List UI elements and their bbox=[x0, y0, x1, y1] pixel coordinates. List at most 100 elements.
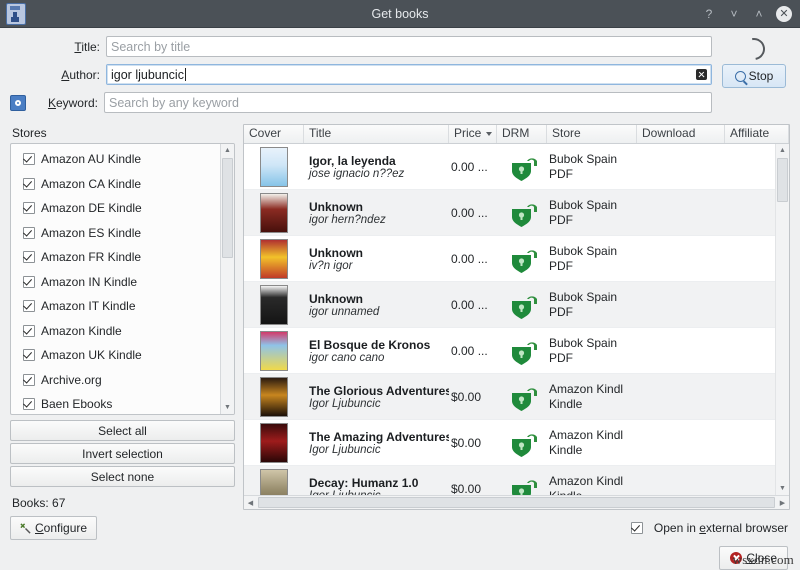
store-checkbox[interactable] bbox=[23, 153, 35, 166]
cell-title: Unknown igor unnamed bbox=[304, 292, 449, 318]
column-title[interactable]: Title bbox=[304, 125, 449, 143]
store-checkbox[interactable] bbox=[23, 373, 35, 386]
cell-cover bbox=[244, 376, 304, 417]
store-item[interactable]: Amazon UK Kindle bbox=[11, 343, 220, 368]
results-scroll-up-icon[interactable]: ▲ bbox=[776, 144, 789, 157]
store-item[interactable]: Amazon DE Kindle bbox=[11, 196, 220, 221]
store-item[interactable]: Amazon Kindle bbox=[11, 319, 220, 344]
cell-store: Bubok Spain PDF bbox=[549, 152, 639, 182]
store-item-label: Baen Ebooks bbox=[41, 397, 113, 412]
stores-listbox[interactable]: Amazon AU Kindle Amazon CA Kindle Amazon D… bbox=[10, 143, 235, 415]
column-affiliate-label: Affiliate bbox=[730, 126, 770, 140]
title-input[interactable]: Search by title bbox=[106, 36, 712, 57]
column-price[interactable]: Price bbox=[449, 125, 497, 143]
column-drm[interactable]: DRM bbox=[497, 125, 547, 143]
cell-store: Amazon KindlKindle bbox=[549, 474, 639, 496]
cell-price: 0.00 ... bbox=[451, 251, 488, 266]
store-checkbox[interactable] bbox=[23, 226, 35, 239]
table-row[interactable]: Igor, la leyenda jose ignacio n??ez 0.00 .… bbox=[244, 144, 775, 190]
help-button[interactable]: ? bbox=[701, 6, 717, 22]
invert-selection-button[interactable]: Invert selection bbox=[10, 443, 235, 464]
table-row[interactable]: The Glorious Adventures ofIgor Ljubuncic… bbox=[244, 374, 775, 420]
results-hscroll-thumb[interactable] bbox=[258, 497, 775, 508]
cell-price: 0.00 ... bbox=[451, 159, 488, 174]
store-item-label: Amazon DE Kindle bbox=[41, 201, 142, 216]
clear-author-button[interactable] bbox=[696, 69, 707, 80]
column-store[interactable]: Store bbox=[547, 125, 637, 143]
store-name: Bubok Spain bbox=[549, 243, 618, 258]
store-format: Kindle bbox=[549, 396, 583, 411]
table-row[interactable]: El Bosque de Kronos igor cano cano 0.00 ..… bbox=[244, 328, 775, 374]
store-checkbox[interactable] bbox=[23, 300, 35, 313]
results-scrollbar[interactable]: ▲ ▼ bbox=[775, 144, 789, 495]
cell-cover bbox=[244, 422, 304, 463]
cell-title: Unknown iv?n igor bbox=[304, 246, 449, 272]
store-item[interactable]: Baen Ebooks bbox=[11, 392, 220, 414]
author-input[interactable]: igor ljubuncic bbox=[106, 64, 712, 85]
hscroll-right-icon[interactable]: ▶ bbox=[776, 496, 789, 509]
store-checkbox[interactable] bbox=[23, 251, 35, 264]
store-item[interactable]: Amazon CA Kindle bbox=[11, 172, 220, 197]
store-checkbox[interactable] bbox=[23, 398, 35, 411]
store-item[interactable]: Amazon FR Kindle bbox=[11, 245, 220, 270]
window-controls: ? ˅ ˄ ✕ bbox=[701, 5, 800, 22]
column-download[interactable]: Download bbox=[637, 125, 725, 143]
column-affiliate[interactable]: Affiliate bbox=[725, 125, 789, 143]
shade-down-button[interactable]: ˅ bbox=[726, 6, 742, 22]
cell-title: The Glorious Adventures ofIgor Ljubuncic bbox=[304, 384, 449, 410]
sort-descending-icon bbox=[486, 131, 493, 136]
results-panel: Cover Title Price DRM Store Download Affiliate… bbox=[243, 124, 790, 510]
store-name: Amazon Kindl bbox=[549, 473, 624, 488]
store-checkbox[interactable] bbox=[23, 275, 35, 288]
cell-store: Bubok Spain PDF bbox=[549, 290, 639, 320]
store-format: PDF bbox=[549, 258, 573, 273]
store-item[interactable]: Amazon ES Kindle bbox=[11, 221, 220, 246]
table-row[interactable]: Unknown igor unnamed 0.00 ... Bubok Spain PD… bbox=[244, 282, 775, 328]
cell-cover bbox=[244, 284, 304, 325]
stores-scrollbar[interactable]: ▲ ▼ bbox=[220, 144, 234, 414]
cell-title: Igor, la leyenda jose ignacio n??ez bbox=[304, 154, 449, 180]
stores-scroll-thumb[interactable] bbox=[222, 158, 233, 258]
table-row[interactable]: The Amazing Adventures o Igor Ljubuncic $0… bbox=[244, 420, 775, 466]
scroll-down-icon[interactable]: ▼ bbox=[221, 401, 234, 414]
external-browser-option[interactable]: Open in external browser bbox=[630, 521, 788, 535]
cell-drm bbox=[499, 291, 549, 319]
column-cover[interactable]: Cover bbox=[244, 125, 304, 143]
select-all-button[interactable]: Select all bbox=[10, 420, 235, 441]
store-item[interactable]: Amazon IT Kindle bbox=[11, 294, 220, 319]
store-name: Amazon Kindl bbox=[549, 427, 624, 442]
cell-drm bbox=[499, 153, 549, 181]
keyword-input[interactable]: Search by any keyword bbox=[104, 92, 712, 113]
store-item[interactable]: Amazon IN Kindle bbox=[11, 270, 220, 295]
store-checkbox[interactable] bbox=[23, 324, 35, 337]
scroll-up-icon[interactable]: ▲ bbox=[221, 144, 234, 157]
table-row[interactable]: Unknown igor hern?ndez 0.00 ... Bubok Spain… bbox=[244, 190, 775, 236]
store-checkbox[interactable] bbox=[23, 202, 35, 215]
configure-label: Configure bbox=[35, 521, 88, 535]
stores-list: Amazon AU Kindle Amazon CA Kindle Amazon D… bbox=[11, 144, 220, 414]
select-none-button[interactable]: Select none bbox=[10, 466, 235, 487]
hscroll-left-icon[interactable]: ◀ bbox=[244, 496, 257, 509]
text-caret bbox=[184, 68, 186, 81]
configure-button[interactable]: Configure bbox=[10, 516, 98, 540]
table-row[interactable]: Decay: Humanz 1.0Igor Ljubuncic$0.00 Amaz… bbox=[244, 466, 775, 495]
close-window-button[interactable]: ✕ bbox=[776, 5, 792, 22]
drm-unlocked-icon bbox=[512, 479, 537, 495]
store-item[interactable]: Amazon AU Kindle bbox=[11, 147, 220, 172]
results-hscrollbar[interactable]: ◀ ▶ bbox=[244, 495, 789, 509]
gear-icon[interactable] bbox=[10, 94, 26, 111]
table-row[interactable]: Unknown iv?n igor 0.00 ... Bubok Spain PDF bbox=[244, 236, 775, 282]
wrench-icon bbox=[20, 522, 31, 534]
stop-button[interactable]: Stop bbox=[722, 64, 786, 88]
busy-spinner-icon bbox=[738, 33, 770, 65]
shade-up-button[interactable]: ˄ bbox=[751, 6, 767, 22]
results-scroll-thumb[interactable] bbox=[777, 158, 788, 202]
store-item[interactable]: Archive.org bbox=[11, 368, 220, 393]
results-body: Igor, la leyenda jose ignacio n??ez 0.00 .… bbox=[244, 144, 775, 495]
cell-title: Decay: Humanz 1.0Igor Ljubuncic bbox=[304, 476, 449, 496]
external-browser-checkbox[interactable] bbox=[630, 522, 643, 534]
store-checkbox[interactable] bbox=[23, 349, 35, 362]
drm-unlocked-icon bbox=[512, 433, 537, 457]
results-scroll-down-icon[interactable]: ▼ bbox=[776, 482, 789, 495]
store-checkbox[interactable] bbox=[23, 177, 35, 190]
